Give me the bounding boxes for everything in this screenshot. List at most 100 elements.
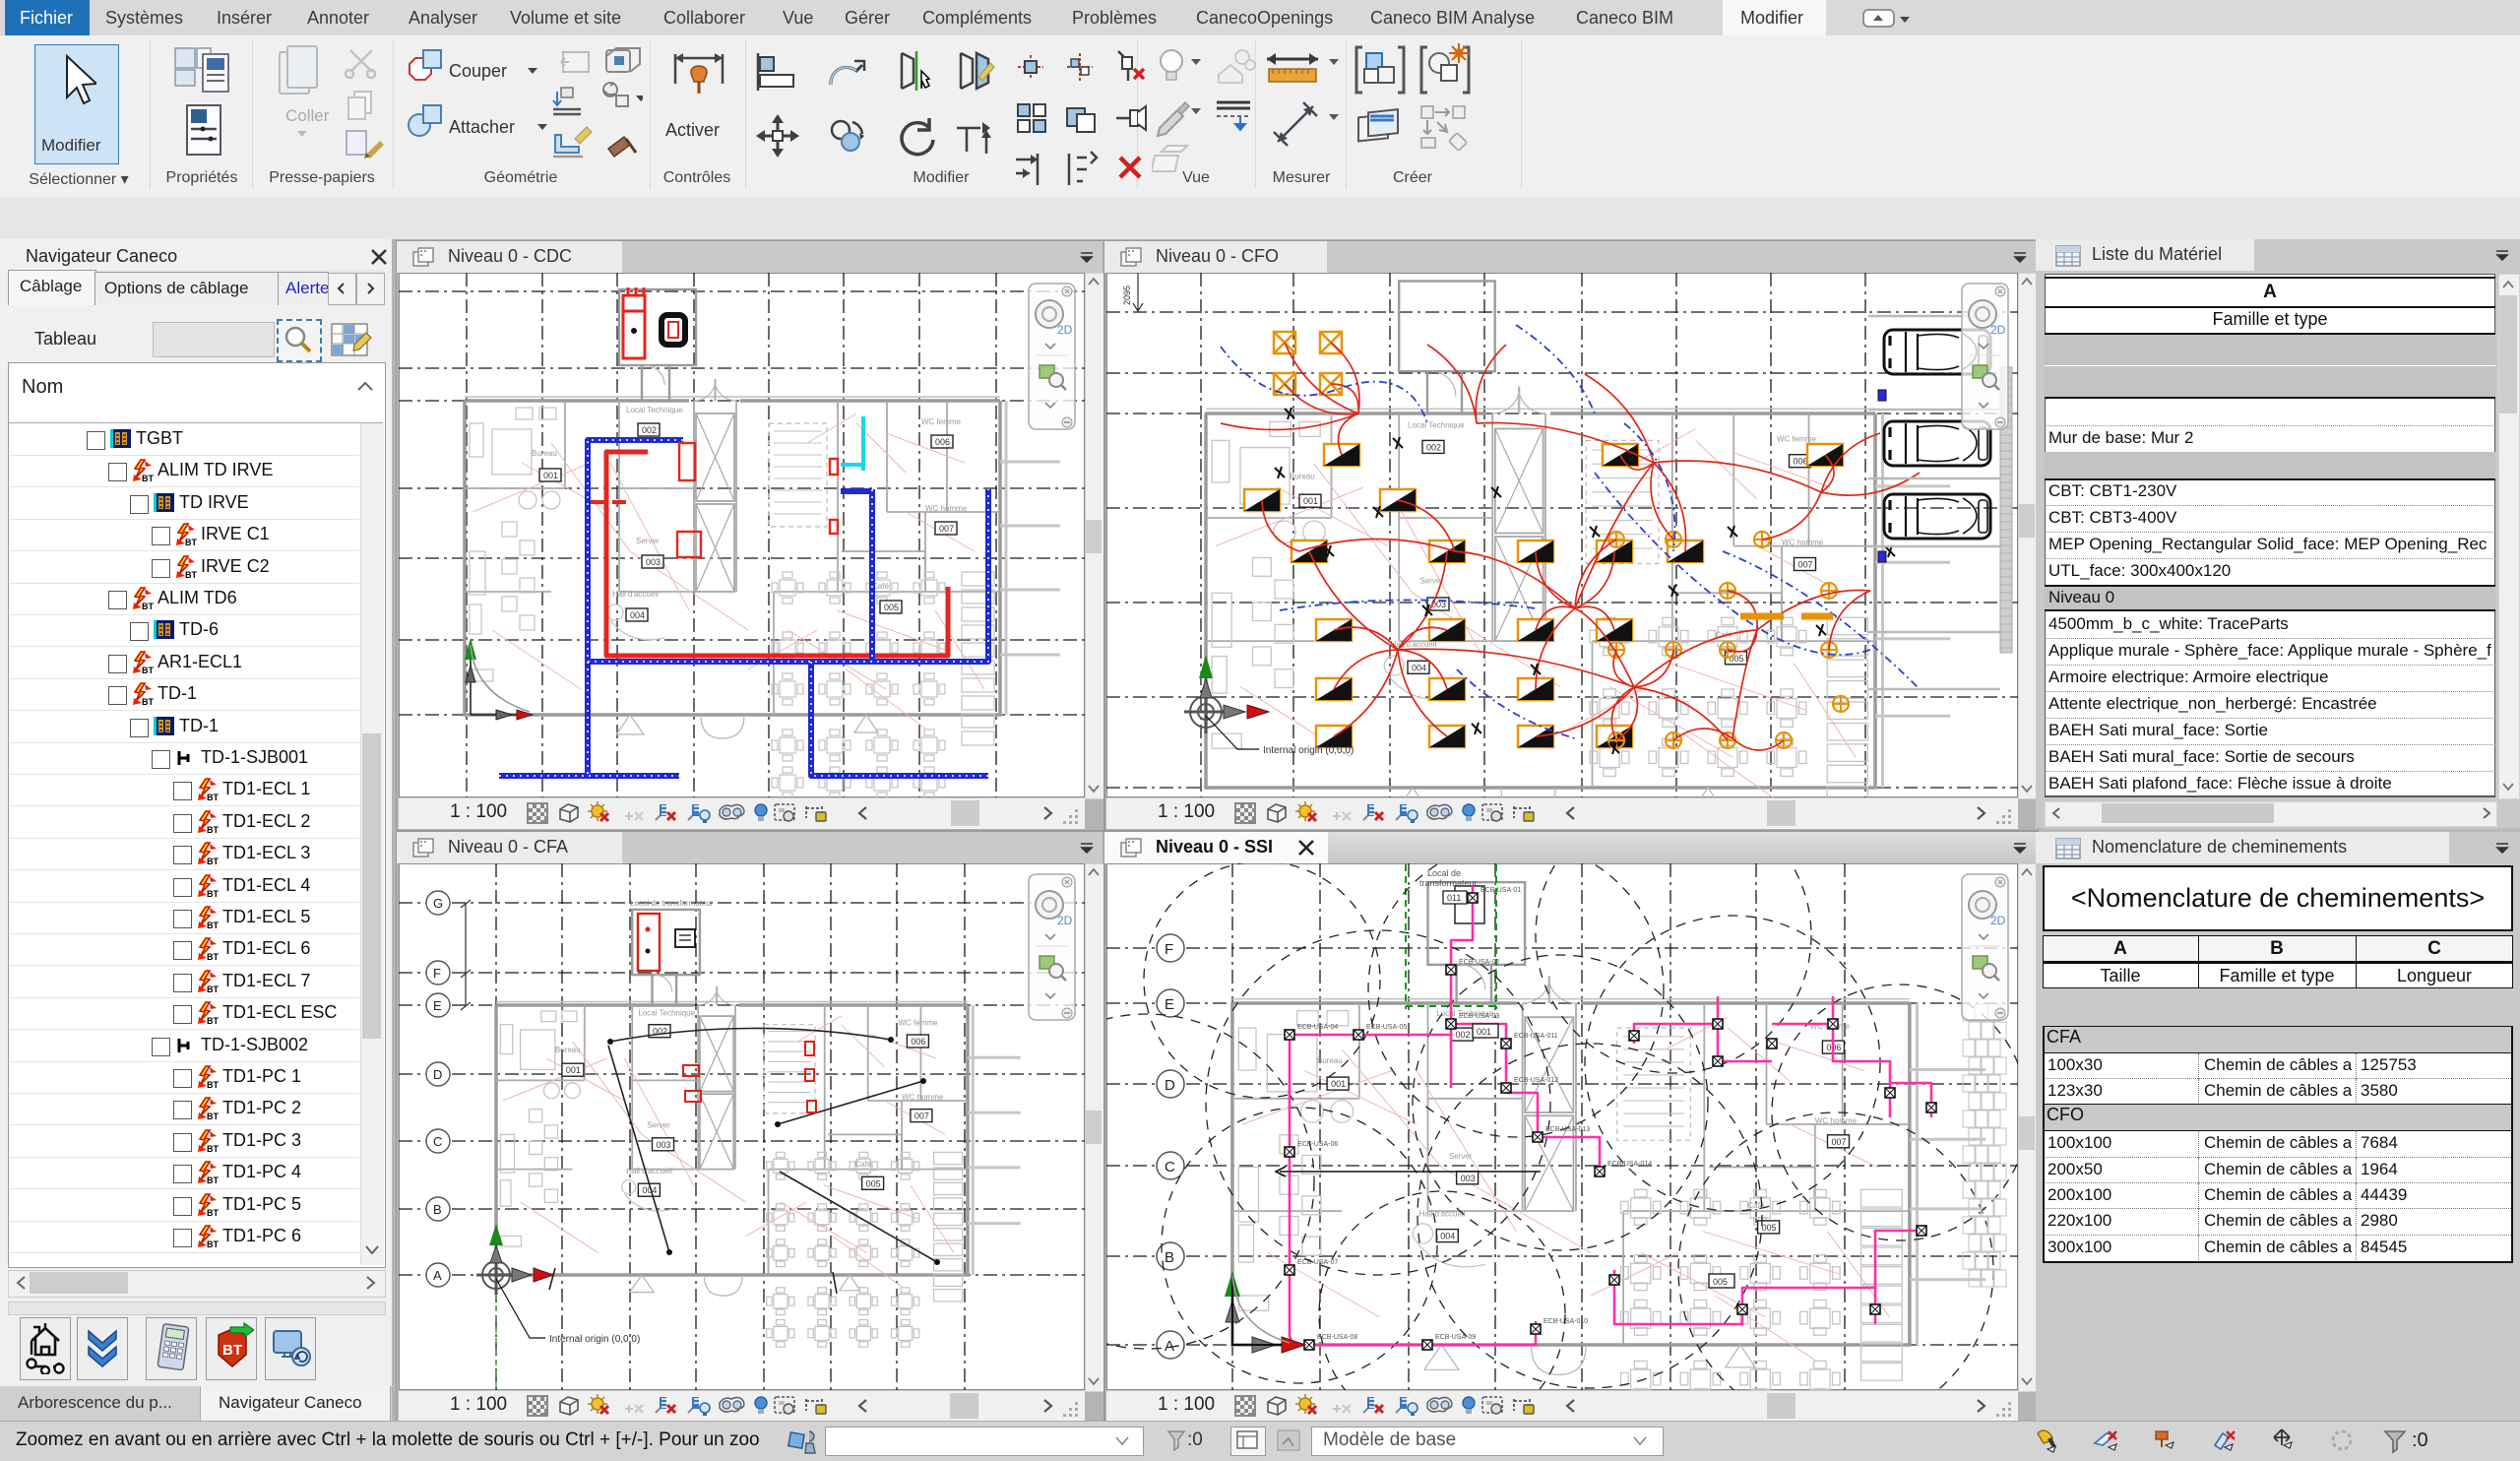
svg-text:001: 001 <box>566 1065 581 1075</box>
svg-text:001: 001 <box>1331 1079 1346 1089</box>
svg-text:ECB-USA-08: ECB-USA-08 <box>1317 1334 1357 1341</box>
svg-text:002: 002 <box>1456 1030 1471 1040</box>
svg-text:Café: Café <box>855 1160 872 1169</box>
svg-text:004: 004 <box>630 610 645 620</box>
svg-text:D: D <box>433 1067 442 1082</box>
svg-text:WC homme: WC homme <box>1782 538 1824 546</box>
svg-text:ECB-USA-014: ECB-USA-014 <box>1607 1161 1652 1168</box>
svg-text:001: 001 <box>1303 496 1318 506</box>
svg-text:Hall d'accueil: Hall d'accueil <box>1419 1210 1466 1219</box>
svg-text:Bureau: Bureau <box>1317 1056 1343 1065</box>
svg-text:WC homme: WC homme <box>925 504 968 513</box>
svg-text:002: 002 <box>642 425 657 435</box>
svg-text:Coller: Coller <box>285 106 330 125</box>
svg-text:Hall d'accueil: Hall d'accueil <box>612 590 659 599</box>
svg-text:Server: Server <box>647 1121 670 1130</box>
svg-text:BT: BT <box>207 825 219 834</box>
svg-text:BT: BT <box>207 1016 219 1025</box>
svg-text:ECB-USA-03: ECB-USA-03 <box>1459 1013 1499 1020</box>
svg-text:BT: BT <box>207 985 219 993</box>
svg-text:F: F <box>1165 941 1173 958</box>
svg-text:ECB-USA-011: ECB-USA-011 <box>1514 1033 1558 1040</box>
svg-text:BT: BT <box>207 857 219 865</box>
svg-text:ECB-USA-07: ECB-USA-07 <box>1297 1259 1338 1266</box>
svg-text:ECB-USA-013: ECB-USA-013 <box>1545 1126 1590 1133</box>
svg-text:2D: 2D <box>1990 323 2006 337</box>
svg-text:ECB-USA-04: ECB-USA-04 <box>1297 1024 1338 1031</box>
svg-text:006: 006 <box>1794 457 1808 467</box>
svg-text:Local de transformateur: Local de transformateur <box>630 899 714 908</box>
svg-text:BT: BT <box>142 697 154 706</box>
svg-text:Internal origin (0,0,0): Internal origin (0,0,0) <box>1263 745 1354 756</box>
svg-text:ECB-USA-05: ECB-USA-05 <box>1366 1024 1407 1031</box>
svg-text:006: 006 <box>935 437 950 447</box>
svg-text:2095: 2095 <box>1122 286 1132 305</box>
svg-text:Attacher: Attacher <box>449 117 515 137</box>
svg-text:A: A <box>433 1268 442 1283</box>
svg-text:B: B <box>433 1202 442 1217</box>
svg-text:2D: 2D <box>1990 914 2006 927</box>
svg-text:BT: BT <box>222 1342 242 1359</box>
svg-text:001: 001 <box>1477 1027 1491 1037</box>
svg-text:Local Technique: Local Technique <box>626 406 683 414</box>
svg-text:2D: 2D <box>1057 914 1073 927</box>
svg-text:005: 005 <box>1730 654 1744 664</box>
svg-text:001: 001 <box>543 471 558 480</box>
svg-text:Internal origin (0,0,0): Internal origin (0,0,0) <box>549 1334 640 1345</box>
svg-text:BT: BT <box>142 666 154 674</box>
svg-text:Local Technique: Local Technique <box>1408 420 1465 429</box>
svg-text:Couper: Couper <box>449 61 507 81</box>
svg-text:C: C <box>1165 1159 1175 1175</box>
svg-text:BT: BT <box>185 570 197 579</box>
svg-text:004: 004 <box>1440 1232 1455 1241</box>
svg-text:WC homme: WC homme <box>902 1093 944 1102</box>
svg-text:BT: BT <box>207 1080 219 1089</box>
svg-text:ECB-USA-01: ECB-USA-01 <box>1480 887 1521 894</box>
svg-text:ECB-USA-010: ECB-USA-010 <box>1544 1318 1588 1325</box>
svg-text:ECB-USA-06: ECB-USA-06 <box>1297 1141 1338 1148</box>
svg-text:F: F <box>433 966 441 981</box>
svg-text:BT: BT <box>207 793 219 801</box>
svg-text:007: 007 <box>939 524 954 534</box>
svg-text:007: 007 <box>914 1112 929 1121</box>
svg-text:Bureau: Bureau <box>532 449 557 458</box>
svg-text:BT: BT <box>207 1112 219 1120</box>
svg-text:WC femme: WC femme <box>1777 435 1817 444</box>
svg-text:Bureau: Bureau <box>555 1046 581 1054</box>
svg-text:BT: BT <box>207 1208 219 1217</box>
svg-text:2D: 2D <box>1057 323 1073 337</box>
svg-text:003: 003 <box>657 1140 671 1150</box>
svg-text:BT: BT <box>207 1239 219 1248</box>
svg-text:ECB-USA-012: ECB-USA-012 <box>1514 1077 1558 1084</box>
svg-text:ECB-USA-02: ECB-USA-02 <box>1459 959 1499 966</box>
svg-text:Local Technique: Local Technique <box>638 1008 695 1017</box>
svg-text:005: 005 <box>1762 1223 1777 1233</box>
svg-text:C: C <box>433 1134 442 1149</box>
svg-text:BT: BT <box>207 1175 219 1184</box>
svg-text:006: 006 <box>911 1037 925 1047</box>
svg-text:WC homme: WC homme <box>1815 1116 1858 1125</box>
svg-text:005: 005 <box>884 603 899 612</box>
svg-text:ECB-USA-09: ECB-USA-09 <box>1435 1334 1476 1341</box>
svg-text:BT: BT <box>207 952 219 961</box>
svg-text:003: 003 <box>1461 1174 1476 1183</box>
svg-text:transformateur: transformateur <box>1419 878 1478 888</box>
svg-text:003: 003 <box>646 557 661 567</box>
svg-text:G: G <box>433 896 443 911</box>
svg-text:WC femme: WC femme <box>921 417 962 426</box>
svg-text:BT: BT <box>185 538 197 546</box>
svg-text:Server: Server <box>1449 1152 1473 1161</box>
svg-text:005: 005 <box>866 1178 881 1188</box>
svg-text:Server: Server <box>636 537 660 545</box>
svg-text:Local de: Local de <box>1427 868 1461 878</box>
svg-text:BT: BT <box>207 1144 219 1153</box>
svg-text:BT: BT <box>207 889 219 898</box>
svg-text:005: 005 <box>1713 1277 1728 1287</box>
svg-text:BT: BT <box>142 474 154 482</box>
svg-text:D: D <box>1165 1077 1175 1094</box>
svg-text:004: 004 <box>1412 663 1426 672</box>
svg-text:007: 007 <box>1798 560 1813 570</box>
svg-text:007: 007 <box>1832 1137 1847 1147</box>
svg-text:Hall d'accueil: Hall d'accueil <box>626 1167 672 1175</box>
svg-text:B: B <box>1165 1249 1174 1266</box>
